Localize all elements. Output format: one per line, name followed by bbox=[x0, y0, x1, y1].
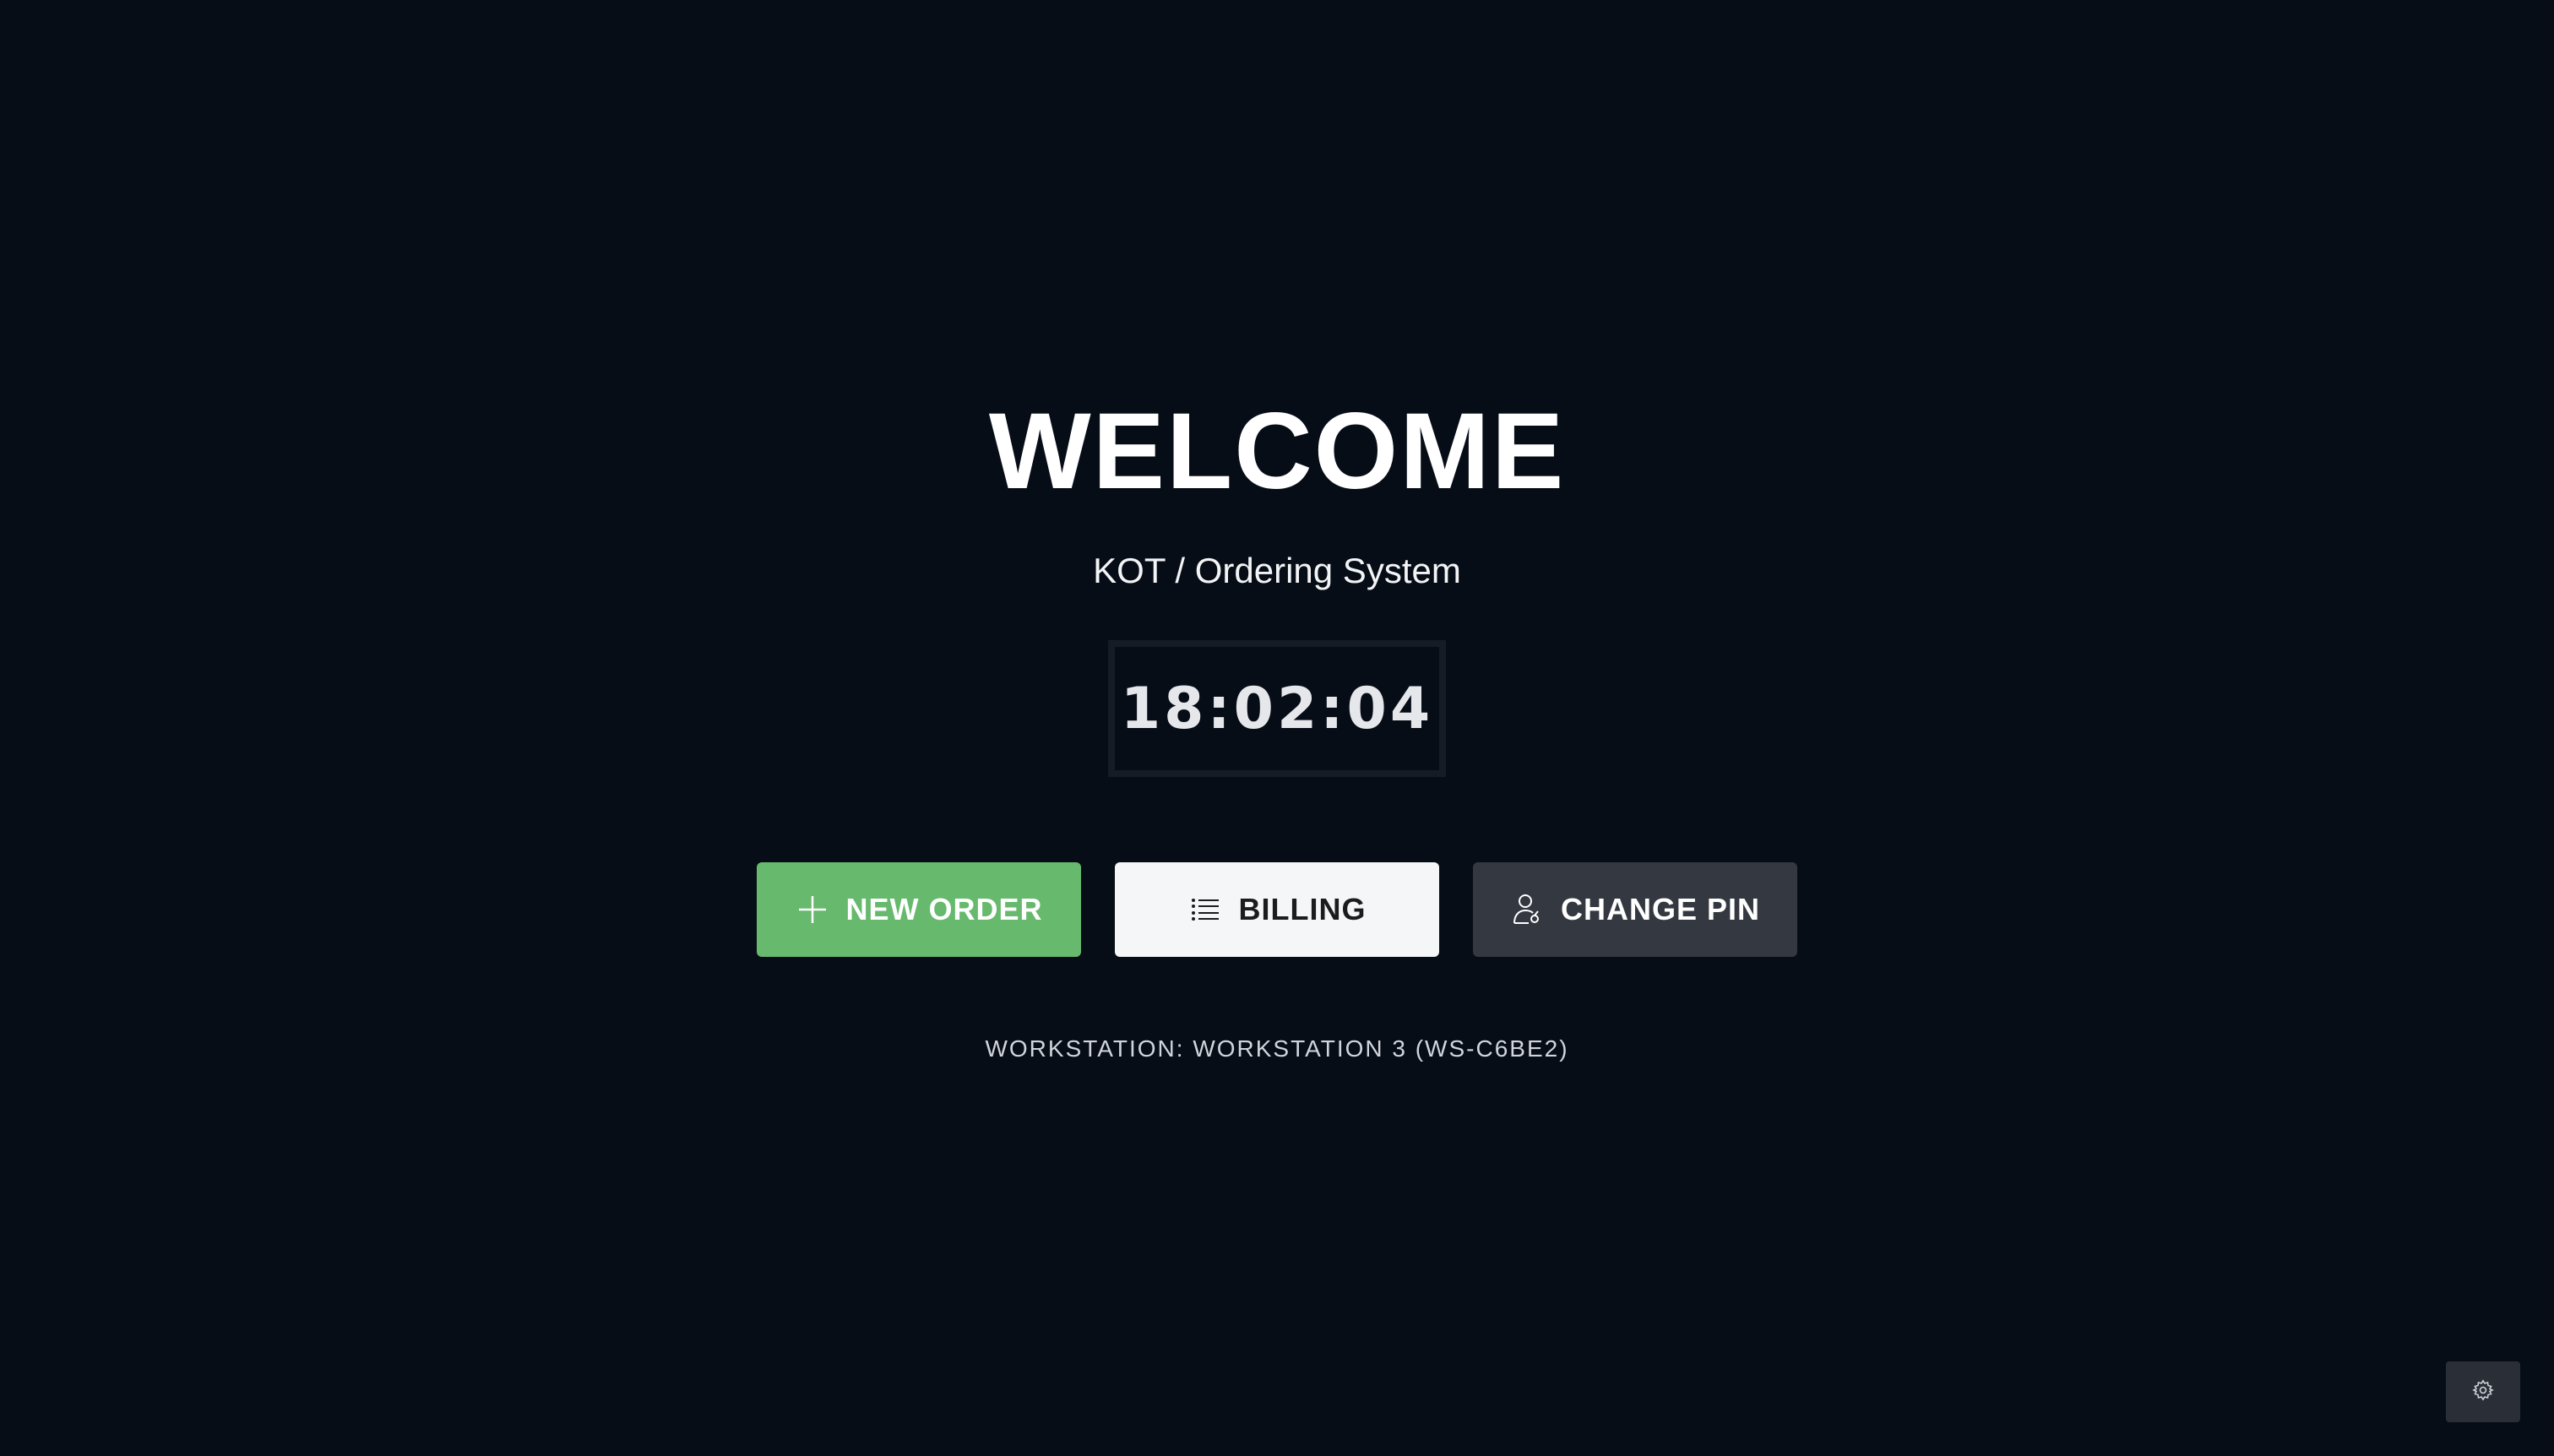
clock-time: 18:02:04 bbox=[1120, 675, 1434, 742]
settings-button[interactable] bbox=[2446, 1361, 2520, 1422]
billing-label: BILLING bbox=[1238, 892, 1367, 926]
user-key-icon bbox=[1510, 893, 1544, 926]
billing-button[interactable]: BILLING bbox=[1115, 862, 1439, 957]
page-subtitle: KOT / Ordering System bbox=[1093, 551, 1461, 590]
page-title: WELCOME bbox=[988, 391, 1566, 512]
gear-icon bbox=[2472, 1379, 2494, 1405]
list-icon bbox=[1188, 893, 1222, 926]
change-pin-label: CHANGE PIN bbox=[1560, 892, 1761, 926]
clock-display: 18:02:04 bbox=[1108, 640, 1446, 777]
change-pin-button[interactable]: CHANGE PIN bbox=[1473, 862, 1797, 957]
welcome-screen: WELCOME KOT / Ordering System 18:02:04 N… bbox=[0, 0, 2554, 1456]
new-order-button[interactable]: NEW ORDER bbox=[757, 862, 1081, 957]
workstation-info: WORKSTATION: WORKSTATION 3 (WS-C6BE2) bbox=[985, 1035, 1569, 1062]
new-order-label: NEW ORDER bbox=[845, 892, 1043, 926]
plus-icon bbox=[796, 893, 829, 926]
